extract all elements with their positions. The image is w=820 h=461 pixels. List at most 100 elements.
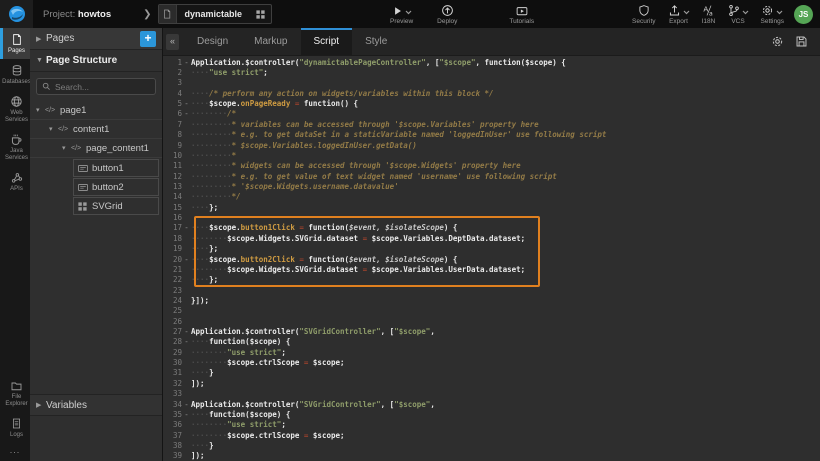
tab-script[interactable]: Script [301, 28, 353, 55]
line-number[interactable]: 16 [163, 213, 182, 222]
tree-item-button2[interactable]: button2 [30, 177, 162, 196]
sidebar-item-java-services[interactable]: Java Services [0, 128, 30, 166]
line-number[interactable]: 34 [163, 400, 182, 409]
search-box[interactable] [36, 78, 156, 95]
line-number[interactable]: 9 [163, 141, 182, 150]
tree-item-page1[interactable]: ▾</>page1 [30, 101, 162, 120]
line-number[interactable]: 22 [163, 275, 182, 284]
grid-view-icon[interactable] [250, 9, 271, 20]
export-button[interactable]: Export [662, 0, 696, 28]
line-number[interactable]: 36 [163, 420, 182, 429]
sidebar-item-web-services[interactable]: Web Services [0, 90, 30, 128]
button-icon [77, 182, 92, 193]
line-number[interactable]: 23 [163, 286, 182, 295]
sidebar-item-logs[interactable]: Logs [0, 412, 30, 443]
sidebar-item-apis[interactable]: APIs [0, 166, 30, 197]
line-number[interactable]: 37 [163, 431, 182, 440]
fold-marker[interactable]: - [182, 223, 191, 232]
code-text: Application.$controller("SVGridControlle… [191, 327, 435, 336]
code-line: 10·········* [163, 150, 820, 160]
script-settings-gear-icon[interactable] [771, 35, 784, 48]
preview-button[interactable]: Preview [384, 0, 419, 28]
line-number[interactable]: 30 [163, 358, 182, 367]
tutorials-button[interactable]: Tutorials [503, 0, 540, 28]
i18n-icon-row: Aa [702, 3, 716, 17]
user-avatar[interactable]: JS [794, 5, 813, 24]
line-number[interactable]: 31 [163, 368, 182, 377]
save-icon[interactable] [795, 35, 808, 48]
fold-marker[interactable]: - [182, 327, 191, 336]
fold-marker[interactable]: - [182, 400, 191, 409]
line-number[interactable]: 5 [163, 99, 182, 108]
code-editor[interactable]: 1-Application.$controller("dynamictableP… [163, 56, 820, 461]
line-number[interactable]: 1 [163, 58, 182, 67]
variables-section-header[interactable]: ▶ Variables [30, 394, 162, 416]
sidebar-more-button[interactable]: ... [0, 443, 30, 461]
caret-down-icon[interactable]: ▾ [62, 144, 71, 152]
wavemaker-studio-window: Project: howtos ❯ dynamictable PreviewDe… [0, 0, 820, 461]
sidebar-item-pages[interactable]: Pages [0, 28, 30, 59]
line-number[interactable]: 13 [163, 182, 182, 191]
line-number[interactable]: 6 [163, 109, 182, 118]
line-number[interactable]: 26 [163, 317, 182, 326]
line-number[interactable]: 17 [163, 223, 182, 232]
line-number[interactable]: 28 [163, 337, 182, 346]
line-number[interactable]: 38 [163, 441, 182, 450]
logs-icon [11, 417, 22, 430]
collapse-panel-button[interactable]: « [166, 34, 179, 50]
line-number[interactable]: 7 [163, 120, 182, 129]
i18n-button[interactable]: AaI18N [696, 0, 722, 28]
line-number[interactable]: 25 [163, 306, 182, 315]
line-number[interactable]: 39 [163, 451, 182, 460]
search-input[interactable] [55, 82, 150, 92]
line-number[interactable]: 32 [163, 379, 182, 388]
variables-section-title: Variables [46, 400, 156, 411]
line-number[interactable]: 8 [163, 130, 182, 139]
fold-marker[interactable]: - [182, 58, 191, 67]
security-button[interactable]: Security [626, 0, 661, 28]
tab-design[interactable]: Design [184, 28, 241, 55]
line-number[interactable]: 10 [163, 151, 182, 160]
caret-down-icon[interactable]: ▾ [36, 106, 45, 114]
fold-marker[interactable]: - [182, 109, 191, 118]
tree-item-page_content1[interactable]: ▾</>page_content1 [30, 139, 162, 158]
line-number[interactable]: 21 [163, 265, 182, 274]
pages-section-header[interactable]: ▶ Pages + [30, 28, 162, 50]
vcs-button[interactable]: VCS [722, 0, 755, 28]
line-number[interactable]: 14 [163, 192, 182, 201]
fold-marker[interactable]: - [182, 99, 191, 108]
line-number[interactable]: 29 [163, 348, 182, 357]
line-number[interactable]: 15 [163, 203, 182, 212]
line-number[interactable]: 2 [163, 68, 182, 77]
line-number[interactable]: 33 [163, 389, 182, 398]
tab-markup[interactable]: Markup [241, 28, 300, 55]
project-prefix: Project: [43, 9, 75, 20]
line-number[interactable]: 18 [163, 234, 182, 243]
tree-item-content1[interactable]: ▾</>content1 [30, 120, 162, 139]
line-number[interactable]: 24 [163, 296, 182, 305]
page-tab-dynamictable[interactable]: dynamictable [158, 4, 273, 24]
fold-marker[interactable]: - [182, 410, 191, 419]
line-number[interactable]: 11 [163, 161, 182, 170]
caret-down-icon[interactable]: ▾ [49, 125, 58, 133]
line-number[interactable]: 12 [163, 172, 182, 181]
sidebar-item-file-explorer[interactable]: File Explorer [0, 375, 30, 412]
line-number[interactable]: 3 [163, 78, 182, 87]
line-number[interactable]: 4 [163, 89, 182, 98]
deploy-button[interactable]: Deploy [431, 0, 463, 28]
sidebar-item-databases[interactable]: Databases [0, 59, 30, 90]
line-number[interactable]: 27 [163, 327, 182, 336]
tree-item-SVGrid[interactable]: SVGrid [30, 196, 162, 215]
wavemaker-logo[interactable] [0, 0, 33, 28]
fold-marker[interactable]: - [182, 255, 191, 264]
code-line: 2····"use strict"; [163, 67, 820, 77]
line-number[interactable]: 35 [163, 410, 182, 419]
line-number[interactable]: 20 [163, 255, 182, 264]
tree-item-button1[interactable]: button1 [30, 158, 162, 177]
settings-button[interactable]: Settings [755, 0, 791, 28]
add-page-button[interactable]: + [140, 31, 156, 47]
page-structure-header[interactable]: ▼ Page Structure [30, 50, 162, 72]
line-number[interactable]: 19 [163, 244, 182, 253]
fold-marker[interactable]: - [182, 337, 191, 346]
tab-style[interactable]: Style [352, 28, 400, 55]
